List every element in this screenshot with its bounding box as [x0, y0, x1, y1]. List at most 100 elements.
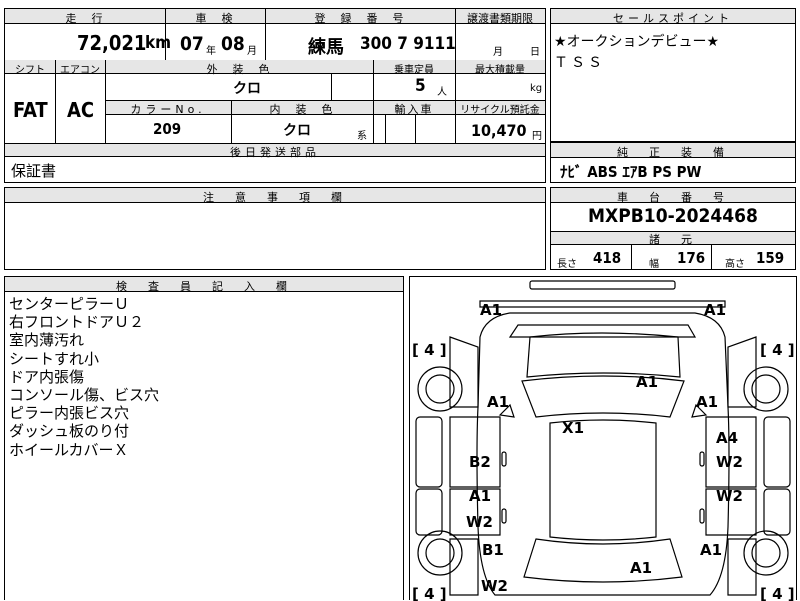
genuine-equipment-panel: 純 正 装 備 ﾅﾋﾞ ABS ｴｱB PS PW — [550, 142, 796, 183]
tire-front-left-shape — [417, 366, 463, 412]
chassis-panel: 車 台 番 号 MXPB10-2024468 諸 元 長さ 418 幅 176 … — [550, 187, 796, 270]
specs-label: 諸 元 — [649, 233, 697, 246]
shift-label: シフト — [15, 65, 45, 76]
mileage-unit: km — [145, 33, 172, 53]
body-outline — [476, 312, 730, 596]
transfer-day-unit: 日 — [530, 47, 540, 58]
mark-tire-front-left: [ 4 ] — [412, 341, 447, 359]
later-parts-value: 保証書 — [11, 162, 57, 180]
tire-rear-right-shape — [743, 530, 789, 576]
notes-panel: 注 意 事 項 欄 — [4, 187, 546, 270]
mark-rear-left-door-2: W2 — [466, 513, 493, 531]
car-diagram: A1 A1 [ 4 ] [ 4 ] A1 A1 A1 X1 A4 W2 B2 A… — [412, 280, 795, 601]
exterior-color-value: クロ — [233, 81, 261, 97]
recycle-fee-value: 10,470 — [471, 121, 527, 140]
mark-front-right-bumper: A1 — [704, 301, 726, 319]
notes-label: 注 意 事 項 欄 — [203, 191, 347, 204]
inspection-month: 08 — [221, 33, 245, 55]
mark-front-right-door-1: A4 — [716, 429, 738, 447]
chassis-number-label: 車 台 番 号 — [617, 191, 729, 204]
inspector-note-line: シートすれ小 — [9, 349, 100, 368]
max-load-label: 最大積載量 — [475, 65, 525, 76]
inspector-note-line: 右フロントドアＵ２ — [9, 313, 145, 332]
transfer-deadline-label: 譲渡書類期限 — [467, 12, 533, 25]
roof-shape — [549, 419, 657, 541]
mark-roof: X1 — [562, 419, 584, 437]
mark-rear-right-door: W2 — [716, 487, 743, 505]
front-bumper-shape — [529, 280, 676, 290]
mark-front-left-bumper: A1 — [480, 301, 502, 319]
inspection-year-unit: 年 — [206, 46, 216, 57]
mark-front-right-fender: A1 — [696, 393, 718, 411]
inspection-month-unit: 月 — [247, 46, 257, 57]
inspector-notes-list: センターピラーＵ 右フロントドアＵ２ 室内薄汚れ シートすれ小 ドア内張傷 コンソール傷、… — [9, 295, 159, 459]
interior-color-label: 内 装 色 — [269, 103, 335, 116]
damage-diagram-panel: A1 A1 [ 4 ] [ 4 ] A1 A1 A1 X1 A4 W2 B2 A… — [409, 276, 797, 601]
max-load-unit: kg — [530, 83, 543, 94]
inspector-notes-label: 検 査 員 記 入 欄 — [116, 280, 292, 293]
aircon-value: AC — [67, 98, 95, 122]
interior-color-suffix: 系 — [357, 131, 367, 142]
mark-tire-rear-left: [ 4 ] — [412, 585, 447, 601]
inspector-note-line: コンソール傷、ビス穴 — [9, 386, 160, 405]
later-parts-label: 後日発送部品 — [230, 146, 320, 159]
width-value: 176 — [677, 249, 706, 267]
color-no-value: 209 — [153, 120, 182, 138]
mark-front-right-door-2: W2 — [716, 453, 743, 471]
sales-point-panel: セールスポイント ★オークションデビュー★ ＴＳＳ — [550, 8, 796, 142]
mark-front-left-door: B2 — [469, 453, 491, 471]
mark-rear-left-quarter: W2 — [481, 577, 508, 595]
mark-rear-left-door-1: A1 — [469, 487, 491, 505]
right-front-door-shape — [705, 416, 757, 488]
windshield-shape — [521, 375, 685, 418]
interior-color-value: クロ — [283, 123, 311, 139]
height-label: 高さ — [725, 259, 745, 270]
length-value: 418 — [593, 249, 622, 267]
registration-area: 練馬 — [308, 37, 344, 58]
mileage-label: 走 行 — [65, 12, 105, 25]
inspector-note-line: ドア内張傷 — [9, 367, 85, 386]
recycle-fee-unit: 円 — [532, 131, 542, 142]
registration-number: 300 7 9111 — [360, 34, 456, 54]
capacity-label: 乗車定員 — [394, 65, 434, 76]
inspector-note-line: ホイールカバーＸ — [9, 440, 129, 459]
mark-trunk: A1 — [630, 559, 652, 577]
capacity-value: 5 — [415, 76, 426, 96]
tire-front-right-shape — [743, 366, 789, 412]
shift-value: FAT — [13, 98, 48, 122]
mark-front-left-fender: A1 — [487, 393, 509, 411]
registration-label: 登 録 番 号 — [314, 12, 406, 25]
color-no-label: カラーNo. — [130, 103, 206, 116]
sales-point-line-1: ★オークションデビュー★ — [554, 34, 720, 50]
inspector-note-line: ダッシュ板のり付 — [9, 422, 130, 441]
chassis-number-value: MXPB10-2024468 — [588, 205, 758, 227]
inspector-note-line: 室内薄汚れ — [9, 331, 85, 350]
tire-rear-left-shape — [417, 530, 463, 576]
inspector-note-line: ピラー内張ビス穴 — [9, 404, 130, 423]
sales-point-line-2: ＴＳＳ — [554, 55, 605, 71]
sales-point-label: セールスポイント — [613, 12, 733, 25]
genuine-equipment-value: ﾅﾋﾞ ABS ｴｱB PS PW — [560, 163, 702, 181]
capacity-unit: 人 — [437, 87, 447, 98]
transfer-month-unit: 月 — [493, 47, 503, 58]
aircon-label: エアコン — [60, 65, 100, 76]
mark-rear-left-fender: B1 — [482, 541, 504, 559]
mark-rear-right-fender: A1 — [700, 541, 722, 559]
hood-shape — [526, 332, 681, 378]
left-front-door-shape — [449, 416, 501, 488]
inspection-year: 07 — [180, 33, 204, 55]
mileage-value: 72,021 — [77, 31, 147, 55]
width-label: 幅 — [649, 259, 659, 270]
exterior-color-label: 外 装 色 — [206, 63, 272, 76]
inspector-note-line: センターピラーＵ — [9, 295, 130, 313]
height-value: 159 — [756, 249, 785, 267]
recycle-fee-label: リサイクル預託金 — [460, 105, 540, 116]
genuine-equipment-label: 純 正 装 備 — [617, 146, 729, 159]
vehicle-info-table: 走 行 車 検 登 録 番 号 譲渡書類期限 72,021 km 07 年 08… — [4, 8, 546, 183]
mark-tire-rear-right: [ 4 ] — [760, 585, 795, 601]
length-label: 長さ — [557, 259, 577, 270]
mark-hood: A1 — [636, 373, 658, 391]
inspector-notes-panel: 検 査 員 記 入 欄 センターピラーＵ 右フロントドアＵ２ 室内薄汚れ シートすれ小… — [4, 276, 404, 600]
mark-tire-front-right: [ 4 ] — [760, 341, 795, 359]
inspection-label: 車 検 — [195, 12, 235, 25]
